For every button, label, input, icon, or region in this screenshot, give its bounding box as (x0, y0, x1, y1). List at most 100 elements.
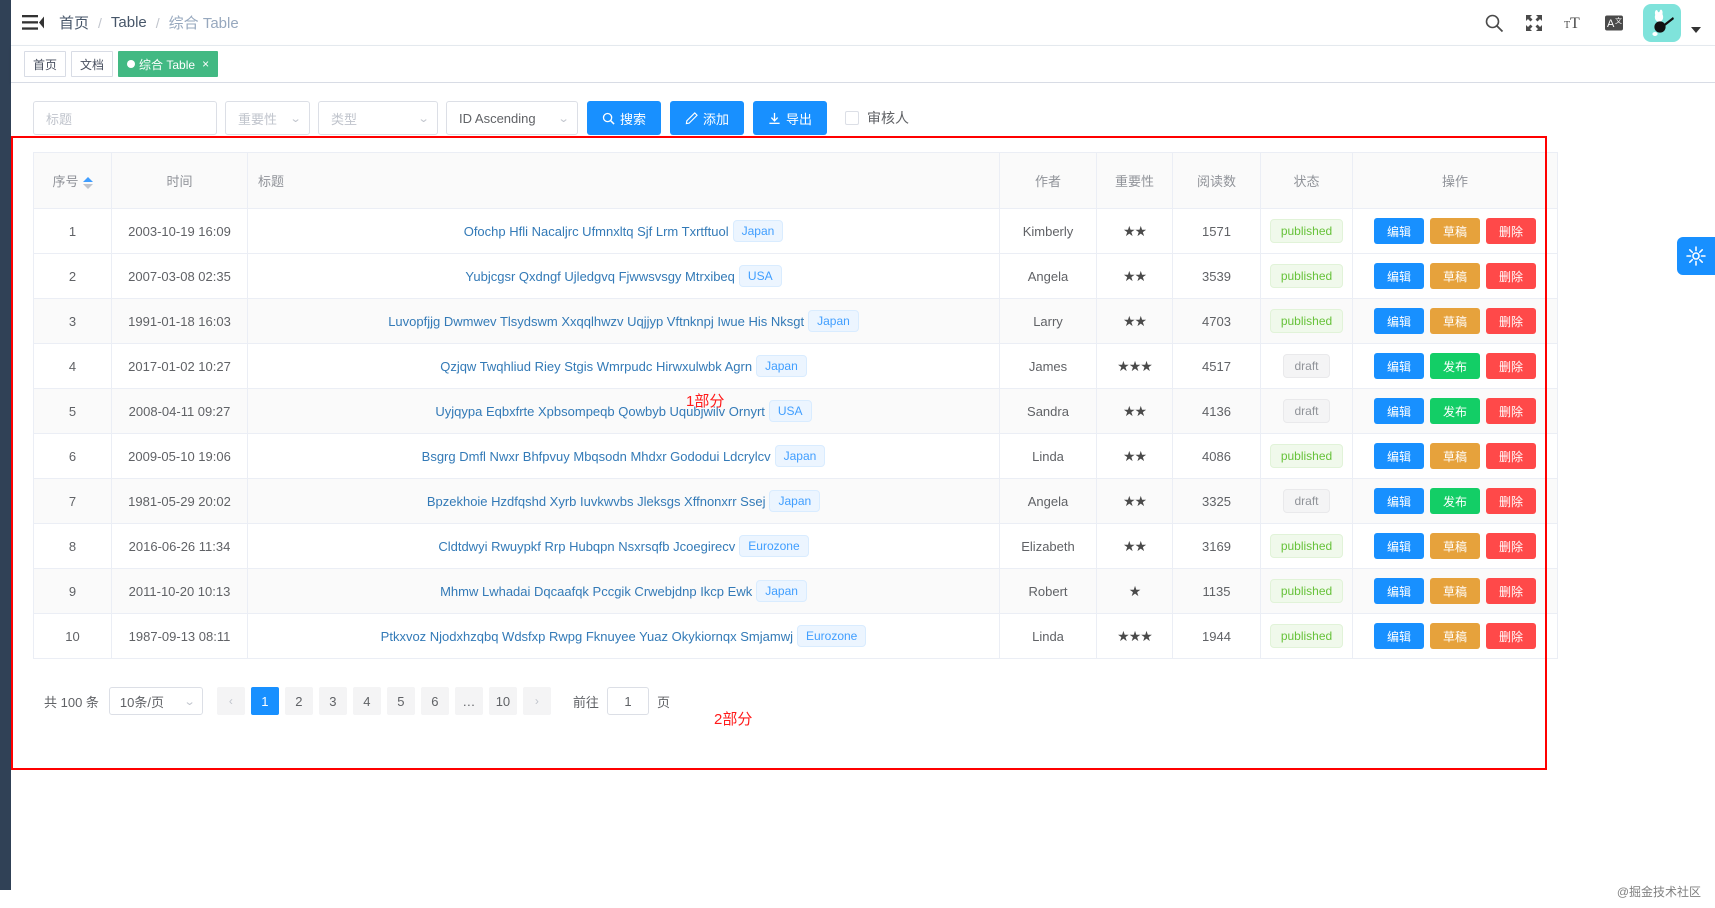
add-button[interactable]: 添加 (670, 101, 745, 135)
size-select-icon[interactable]: T T (1563, 12, 1585, 34)
search-title-input[interactable]: 标题 (33, 101, 217, 135)
cell-timestamp: 1981-05-29 20:02 (111, 478, 248, 524)
search-button[interactable]: 搜索 (587, 101, 662, 135)
cell-status: draft (1260, 388, 1353, 434)
draft-button[interactable]: 草稿 (1429, 308, 1480, 334)
checkbox-box[interactable] (845, 111, 860, 125)
delete-button[interactable]: 删除 (1486, 308, 1537, 334)
pagination-page-6[interactable]: 6 (420, 687, 449, 715)
status-badge: published (1269, 219, 1344, 243)
sort-select-label: ID Ascending (459, 110, 536, 126)
cell-pageviews: 1571 (1172, 208, 1261, 254)
navbar-actions: T T A 文 (1483, 3, 1715, 42)
sidebar-rail (0, 0, 11, 908)
language-icon[interactable]: A 文 (1603, 12, 1625, 34)
delete-button[interactable]: 删除 (1486, 623, 1537, 649)
region-tag: Japan (774, 445, 826, 467)
importance-select[interactable]: 重要性 ⌄ (225, 101, 310, 135)
edit-button[interactable]: 编辑 (1373, 218, 1424, 244)
title-link[interactable]: Ptkxvoz Njodxhzqbq Wdsfxp Rwpg Fknuyee Y… (381, 629, 793, 644)
pagination-page-3[interactable]: 3 (318, 687, 347, 715)
page-size-select[interactable]: 10条/页 ⌄ (108, 687, 203, 715)
search-icon[interactable] (1483, 12, 1505, 34)
title-link[interactable]: Luvopfjjg Dwmwev Tlsydswm Xxqqlhwzv Uqjj… (388, 314, 804, 329)
edit-button[interactable]: 编辑 (1373, 533, 1424, 559)
chevron-down-icon[interactable] (1691, 26, 1701, 33)
publish-button[interactable]: 发布 (1429, 488, 1480, 514)
delete-button[interactable]: 删除 (1486, 488, 1537, 514)
edit-button[interactable]: 编辑 (1373, 263, 1424, 289)
delete-button[interactable]: 删除 (1486, 353, 1537, 379)
draft-button[interactable]: 草稿 (1429, 623, 1480, 649)
search-button-label: 搜索 (620, 111, 647, 127)
tag-complex-table[interactable]: 综合 Table × (118, 51, 219, 77)
draft-button[interactable]: 草稿 (1429, 263, 1480, 289)
hamburger-icon[interactable] (11, 0, 55, 46)
star-icon: ★ (1128, 582, 1142, 599)
pagination-page-1[interactable]: 1 (250, 687, 279, 715)
breadcrumb-item-home[interactable]: 首页 (59, 12, 89, 33)
cell-timestamp: 2008-04-11 09:27 (111, 388, 248, 434)
cell-pageviews: 1135 (1172, 568, 1261, 614)
tag-docs[interactable]: 文档 (71, 51, 114, 77)
type-select[interactable]: 类型 ⌄ (318, 101, 438, 135)
edit-button[interactable]: 编辑 (1373, 398, 1424, 424)
publish-button[interactable]: 发布 (1429, 353, 1480, 379)
cell-actions: 编辑 草稿 删除 (1352, 253, 1558, 299)
delete-button[interactable]: 删除 (1486, 443, 1537, 469)
pagination-page-5[interactable]: 5 (386, 687, 415, 715)
draft-button[interactable]: 草稿 (1429, 578, 1480, 604)
cell-status: draft (1260, 343, 1353, 389)
pagination: 共 100 条 10条/页 ⌄ ‹ 1 2 3 4 5 6… 10 › 前往 1 页 (11, 659, 1715, 715)
pagination-prev[interactable]: ‹ (216, 687, 245, 715)
draft-button[interactable]: 草稿 (1429, 533, 1480, 559)
avatar[interactable] (1643, 3, 1681, 42)
draft-button[interactable]: 草稿 (1429, 443, 1480, 469)
cell-actions: 编辑 草稿 删除 (1352, 208, 1558, 254)
delete-button[interactable]: 删除 (1486, 398, 1537, 424)
settings-panel-button[interactable] (1677, 237, 1715, 275)
title-link[interactable]: Qzjqw Twqhliud Riey Stgis Wmrpudc Hirwxu… (440, 359, 752, 374)
sort-select[interactable]: ID Ascending ⌄ (446, 101, 578, 135)
row-actions: 编辑 草稿 删除 (1361, 533, 1549, 559)
title-link[interactable]: Bpzekhoie Hzdfqshd Xyrb Iuvkwvbs Jleksgs… (427, 494, 766, 509)
sort-caret-icon[interactable] (82, 176, 93, 189)
pagination-page-4[interactable]: 4 (352, 687, 381, 715)
pagination-ellipsis[interactable]: … (454, 687, 483, 715)
breadcrumb-item-current: 综合 Table (168, 15, 239, 32)
region-tag: Eurozone (796, 625, 867, 647)
export-button[interactable]: 导出 (753, 101, 828, 135)
chevron-down-icon: ⌄ (557, 112, 570, 125)
draft-button[interactable]: 草稿 (1429, 218, 1480, 244)
delete-button[interactable]: 删除 (1486, 578, 1537, 604)
delete-button[interactable]: 删除 (1486, 218, 1537, 244)
edit-button[interactable]: 编辑 (1373, 578, 1424, 604)
fullscreen-icon[interactable] (1523, 12, 1545, 34)
pagination-page-2[interactable]: 2 (284, 687, 313, 715)
tag-home[interactable]: 首页 (24, 51, 67, 77)
status-badge: draft (1283, 354, 1330, 378)
edit-button[interactable]: 编辑 (1373, 443, 1424, 469)
publish-button[interactable]: 发布 (1429, 398, 1480, 424)
cell-importance: ★★★ (1096, 343, 1173, 389)
breadcrumb-item-table[interactable]: Table (111, 14, 147, 31)
pagination-page-10[interactable]: 10 (488, 687, 517, 715)
close-icon[interactable]: × (202, 58, 209, 70)
title-link[interactable]: Yubjcgsr Qxdngf Ujledgvq Fjwwsvsgy Mtrxi… (465, 269, 735, 284)
delete-button[interactable]: 删除 (1486, 533, 1537, 559)
title-link[interactable]: Bsgrg Dmfl Nwxr Bhfpvuy Mbqsodn Mhdxr Go… (422, 449, 771, 464)
reviewer-checkbox[interactable]: 审核人 (845, 108, 909, 128)
cell-pageviews: 3325 (1172, 478, 1261, 524)
table-row: 7 1981-05-29 20:02 Bpzekhoie Hzdfqshd Xyrb… (33, 478, 1558, 524)
title-link[interactable]: Ofochp Hfli Nacaljrc Ufmnxltq Sjf Lrm Tx… (464, 224, 729, 239)
edit-button[interactable]: 编辑 (1373, 488, 1424, 514)
title-link[interactable]: Mhmw Lwhadai Dqcaafqk Pccgik Crwebjdnp I… (440, 584, 752, 599)
edit-button[interactable]: 编辑 (1373, 353, 1424, 379)
edit-button[interactable]: 编辑 (1373, 623, 1424, 649)
jump-page-input[interactable]: 1 (606, 687, 649, 715)
title-link[interactable]: Cldtdwyi Rwuypkf Rrp Hubqpn Nsxrsqfb Jco… (438, 539, 735, 554)
edit-button[interactable]: 编辑 (1373, 308, 1424, 334)
pagination-next[interactable]: › (522, 687, 551, 715)
delete-button[interactable]: 删除 (1486, 263, 1537, 289)
col-header-id[interactable]: 序号 (33, 152, 112, 209)
